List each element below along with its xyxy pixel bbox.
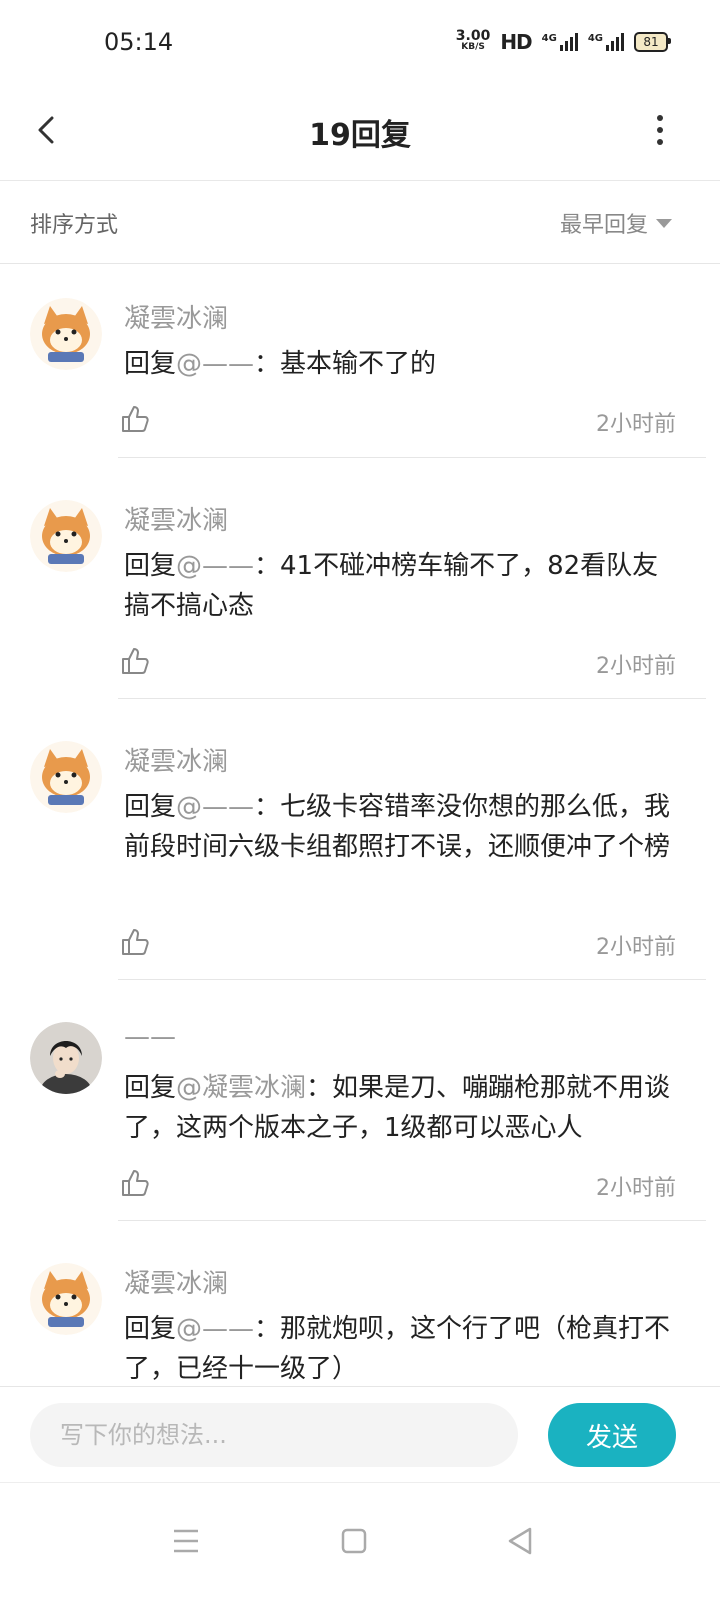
reply-username[interactable]: 凝雲冰澜 <box>124 1263 228 1300</box>
reply-username[interactable]: 凝雲冰澜 <box>124 741 228 778</box>
system-nav-bar <box>0 1482 720 1601</box>
menu-icon[interactable] <box>166 1521 206 1561</box>
status-time: 05:14 <box>104 28 174 56</box>
reply-mention[interactable]: @—— <box>176 349 254 379</box>
network-speed-unit: KB/S <box>461 42 485 52</box>
shiba-avatar[interactable] <box>30 1263 102 1335</box>
send-button[interactable]: 发送 <box>548 1403 676 1467</box>
reply-mention[interactable]: @—— <box>176 792 254 822</box>
thumbs-up-icon[interactable] <box>120 1168 150 1198</box>
reply-prefix: 回复 <box>124 1073 177 1103</box>
network-speed-value: 3.00 <box>455 28 491 44</box>
reply-text: 回复@——：七级卡容错率没你想的那么低，我前段时间六级卡组都照打不误，还顺便冲了… <box>124 787 684 867</box>
reply-username[interactable]: 凝雲冰澜 <box>124 298 228 335</box>
sort-label: 排序方式 <box>30 213 119 238</box>
thumbs-up-icon[interactable] <box>120 927 150 957</box>
signal-label: 4G <box>541 33 557 44</box>
status-icons: 3.00 KB/S HD 4G 4G 81 <box>455 28 671 54</box>
reply-text: 回复@——：基本输不了的 <box>124 344 684 384</box>
back-triangle-icon[interactable] <box>500 1521 540 1561</box>
sort-bar: 排序方式 最早回复 <box>0 181 720 264</box>
thumbs-up-icon[interactable] <box>120 404 150 434</box>
battery-level: 81 <box>643 35 659 49</box>
reply-prefix: 回复 <box>124 349 177 379</box>
comment-input[interactable] <box>30 1403 518 1467</box>
reply-item: 凝雲冰澜 回复@——：41不碰冲榜车输不了，82看队友搞不搞心态 2小时前 <box>0 458 720 699</box>
network-speed: 3.00 KB/S <box>455 28 491 53</box>
signal-label-2: 4G <box>587 33 603 44</box>
page-title: 19回复 <box>309 118 411 153</box>
hd-voice-icon: HD <box>500 30 532 54</box>
shiba-avatar[interactable] <box>30 500 102 572</box>
reply-mention[interactable]: @—— <box>176 1314 254 1344</box>
reply-prefix: 回复 <box>124 792 177 822</box>
person-avatar[interactable] <box>30 1022 102 1094</box>
reply-item: 凝雲冰澜 回复@——：基本输不了的 2小时前 <box>0 264 720 458</box>
reply-time: 2小时前 <box>596 654 676 679</box>
battery-icon: 81 <box>634 32 671 52</box>
shiba-avatar[interactable] <box>30 741 102 813</box>
status-bar: 05:14 3.00 KB/S HD 4G 4G 81 <box>0 0 720 90</box>
reply-time: 2小时前 <box>596 412 676 437</box>
reply-item: 凝雲冰澜 回复@——：七级卡容错率没你想的那么低，我前段时间六级卡组都照打不误，… <box>0 699 720 980</box>
reply-list[interactable]: 凝雲冰澜 回复@——：基本输不了的 2小时前 凝雲冰澜 回复@——：41不碰冲榜… <box>0 264 720 1386</box>
reply-item: —— 回复@凝雲冰澜：如果是刀、嘣蹦枪那就不用谈了，这两个版本之子，1级都可以恶… <box>0 980 720 1221</box>
reply-prefix: 回复 <box>124 551 177 581</box>
reply-mention[interactable]: @—— <box>176 551 254 581</box>
app-header: 19回复 <box>0 90 720 181</box>
reply-time: 2小时前 <box>596 935 676 960</box>
dropdown-triangle-icon <box>656 218 672 228</box>
reply-text: 回复@——：41不碰冲榜车输不了，82看队友搞不搞心态 <box>124 546 684 626</box>
reply-body: ：基本输不了的 <box>254 349 437 379</box>
more-options-icon[interactable] <box>650 112 670 148</box>
reply-item: 凝雲冰澜 回复@——：那就炮呗，这个行了吧（枪真打不了，已经十一级了） <box>0 1221 720 1386</box>
reply-text: 回复@凝雲冰澜：如果是刀、嘣蹦枪那就不用谈了，这两个版本之子，1级都可以恶心人 <box>124 1068 684 1148</box>
thumbs-up-icon[interactable] <box>120 646 150 676</box>
home-icon[interactable] <box>334 1521 374 1561</box>
comment-composer: 发送 <box>0 1386 720 1483</box>
shiba-avatar[interactable] <box>30 298 102 370</box>
reply-username[interactable]: 凝雲冰澜 <box>124 500 228 537</box>
signal-icon-2: 4G <box>588 33 624 51</box>
sort-dropdown[interactable]: 最早回复 <box>560 207 672 239</box>
reply-prefix: 回复 <box>124 1314 177 1344</box>
reply-mention[interactable]: @凝雲冰澜 <box>176 1073 306 1103</box>
sort-option-label: 最早回复 <box>559 213 648 238</box>
reply-time: 2小时前 <box>596 1176 676 1201</box>
reply-username[interactable]: —— <box>124 1022 176 1052</box>
reply-text: 回复@——：那就炮呗，这个行了吧（枪真打不了，已经十一级了） <box>124 1309 684 1386</box>
signal-icon: 4G <box>542 33 578 51</box>
